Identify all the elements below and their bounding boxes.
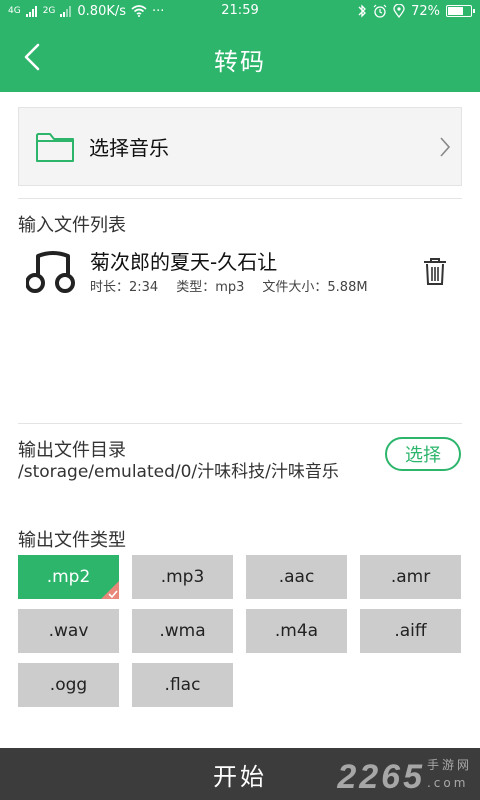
type-option-label: .flac (164, 675, 201, 695)
list-item: 菊次郎的夏天-久石让 时长：2:34 类型：mp3 文件大小：5.88M (18, 244, 462, 300)
type-option-label: .m4a (274, 621, 319, 641)
type-option-wma[interactable]: .wma (132, 609, 233, 653)
battery-fill (448, 7, 464, 15)
type-option-label: .amr (390, 567, 431, 587)
type-option-label: .wav (48, 621, 89, 641)
watermark-domain: .com (426, 776, 469, 790)
type-option-flac[interactable]: .flac (132, 663, 233, 707)
type-option-label: .mp2 (46, 567, 91, 587)
battery-icon (446, 5, 475, 17)
watermark-text-group: 手游网 .com (427, 758, 472, 794)
start-button[interactable]: 开始 2265 手游网 .com (0, 748, 480, 800)
watermark-logo: 2265 手游网 .com (337, 758, 472, 794)
chevron-right-icon (440, 137, 451, 157)
output-type-heading: 输出文件类型 (18, 530, 126, 551)
music-note-icon (26, 251, 75, 293)
file-type: 类型：mp3 (176, 280, 245, 295)
divider (18, 198, 462, 199)
file-size: 文件大小：5.88M (262, 280, 368, 295)
watermark-number: 2265 (337, 758, 425, 796)
type-option-m4a[interactable]: .m4a (246, 609, 347, 653)
folder-icon (36, 132, 74, 162)
type-option-label: .mp3 (160, 567, 205, 587)
type-option-label: .ogg (49, 675, 88, 695)
type-option-label: .aiff (394, 621, 427, 641)
type-option-ogg[interactable]: .ogg (18, 663, 119, 707)
status-bar: 4G 2G 0.80K/s ··· 21:59 72% (0, 0, 480, 22)
status-time: 21:59 (221, 3, 259, 18)
watermark-text: 手游网 (426, 758, 472, 772)
type-option-aiff[interactable]: .aiff (360, 609, 461, 653)
select-music-button[interactable]: 选择音乐 (18, 107, 462, 186)
type-option-aac[interactable]: .aac (246, 555, 347, 599)
selected-check-icon (101, 581, 119, 599)
file-name: 菊次郎的夏天-久石让 (90, 250, 278, 274)
input-list-heading: 输入文件列表 (18, 215, 126, 236)
file-meta: 时长：2:34 类型：mp3 文件大小：5.88M (90, 276, 368, 295)
type-option-label: .wma (159, 621, 206, 641)
output-dir-path: /storage/emulated/0/汁味科技/汁味音乐 (18, 462, 339, 482)
page-title: 转码 (214, 48, 266, 76)
type-option-mp3[interactable]: .mp3 (132, 555, 233, 599)
type-option-mp2[interactable]: .mp2 (18, 555, 119, 599)
divider (18, 423, 462, 424)
select-output-dir-button[interactable]: 选择 (385, 437, 461, 471)
trash-icon[interactable] (422, 256, 448, 286)
type-option-label: .aac (278, 567, 315, 587)
select-music-label: 选择音乐 (89, 136, 169, 160)
start-label: 开始 (213, 762, 267, 791)
file-duration: 时长：2:34 (90, 280, 159, 295)
type-option-wav[interactable]: .wav (18, 609, 119, 653)
type-option-amr[interactable]: .amr (360, 555, 461, 599)
output-dir-heading: 输出文件目录 (18, 440, 126, 461)
app-bar: 转码 (0, 22, 480, 92)
